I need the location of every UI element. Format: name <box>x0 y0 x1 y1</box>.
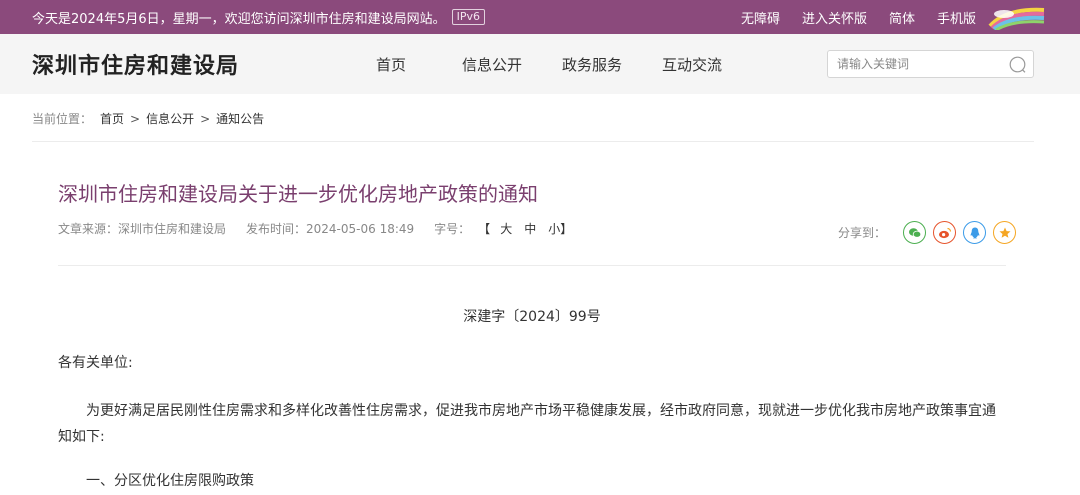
welcome-text: 今天是2024年5月6日，星期一，欢迎您访问深圳市住房和建设局网站。 <box>32 11 446 27</box>
search-icon[interactable] <box>1009 56 1026 73</box>
breadcrumb-label: 当前位置： <box>32 112 93 126</box>
breadcrumb-separator: > <box>200 111 211 126</box>
mobile-version-link[interactable]: 手机版 <box>937 8 976 27</box>
nav-info-disclosure[interactable]: 信息公开 <box>442 54 542 75</box>
fontsize-medium-button[interactable]: 中 <box>524 220 536 237</box>
nav-interaction[interactable]: 互动交流 <box>642 54 742 75</box>
breadcrumb-notices[interactable]: 通知公告 <box>216 110 264 127</box>
divider <box>58 265 1006 266</box>
simplified-chinese-link[interactable]: 简体 <box>889 8 915 27</box>
breadcrumb: 当前位置： 首页 > 信息公开 > 通知公告 <box>32 110 264 127</box>
top-bar: 今天是2024年5月6日，星期一，欢迎您访问深圳市住房和建设局网站。 IPv6 … <box>0 0 1080 34</box>
fontsize-label: 字号： <box>434 222 471 236</box>
fontsize-selector: 【 大 中 小】 <box>478 220 584 237</box>
breadcrumb-separator: > <box>130 111 141 126</box>
nav-government-services[interactable]: 政务服务 <box>542 54 642 75</box>
search-box <box>827 50 1034 78</box>
addressee-paragraph: 各有关单位: <box>58 355 133 371</box>
fontsize-bracket-open: 【 <box>478 222 491 236</box>
top-links: 无障碍 进入关怀版 简体 手机版 <box>719 4 1048 30</box>
welcome-area: 今天是2024年5月6日，星期一，欢迎您访问深圳市住房和建设局网站。 IPv6 <box>32 8 486 27</box>
site-header: 深圳市住房和建设局 首页 信息公开 政务服务 互动交流 <box>0 34 1080 94</box>
accessibility-link[interactable]: 无障碍 <box>741 8 780 27</box>
favorite-icon[interactable] <box>993 221 1017 244</box>
fontsize-large-button[interactable]: 大 <box>500 220 512 237</box>
weibo-icon[interactable] <box>933 221 957 244</box>
article-source: 文章来源：深圳市住房和建设局 <box>58 222 227 236</box>
article-publish-time: 发布时间：2024-05-06 18:49 <box>246 222 415 236</box>
main-nav: 首页 信息公开 政务服务 互动交流 <box>366 54 742 75</box>
divider <box>32 141 1034 142</box>
nav-home[interactable]: 首页 <box>366 54 442 75</box>
share-label: 分享到： <box>838 226 887 240</box>
share-bar: 分享到： <box>838 221 1017 244</box>
article-meta: 文章来源：深圳市住房和建设局 发布时间：2024-05-06 18:49 字号：… <box>58 220 584 237</box>
article-title: 深圳市住房和建设局关于进一步优化房地产政策的通知 <box>58 182 538 206</box>
rainbow-logo-icon[interactable] <box>986 4 1048 30</box>
site-title[interactable]: 深圳市住房和建设局 <box>32 48 340 80</box>
fontsize-small-button[interactable]: 小】 <box>548 220 572 237</box>
breadcrumb-info-disclosure[interactable]: 信息公开 <box>146 110 194 127</box>
ipv6-badge: IPv6 <box>451 9 486 25</box>
section-heading: 一、分区优化住房限购政策 <box>86 473 254 489</box>
body-paragraph: 为更好满足居民刚性住房需求和多样化改善性住房需求，促进我市房地产市场平稳健康发展… <box>58 403 996 445</box>
wechat-icon[interactable] <box>903 221 927 244</box>
breadcrumb-home[interactable]: 首页 <box>100 110 124 127</box>
search-input[interactable] <box>828 57 998 71</box>
document-number: 深建字〔2024〕99号 <box>463 309 601 325</box>
qq-icon[interactable] <box>963 221 987 244</box>
care-version-link[interactable]: 进入关怀版 <box>802 8 867 27</box>
